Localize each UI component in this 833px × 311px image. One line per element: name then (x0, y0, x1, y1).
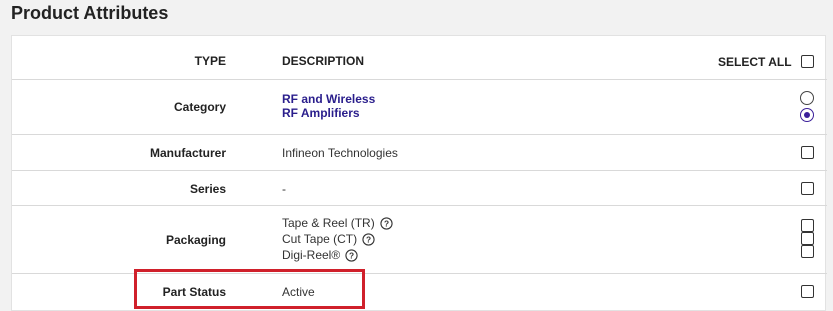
category-values: RF and Wireless RF Amplifiers (282, 92, 375, 120)
packaging-checkbox-tr[interactable] (801, 219, 814, 232)
radio-rf-wireless[interactable] (800, 91, 814, 105)
table-row-manufacturer: Manufacturer Infineon Technologies (12, 135, 827, 171)
column-header-type: TYPE (194, 54, 226, 68)
category-link-rf-wireless[interactable]: RF and Wireless (282, 92, 375, 106)
row-type-label: Packaging (165, 233, 226, 247)
column-header-description: DESCRIPTION (282, 54, 365, 68)
manufacturer-value: Infineon Technologies (282, 146, 398, 160)
category-link-rf-amplifiers[interactable]: RF Amplifiers (282, 106, 375, 120)
packaging-option-label: Digi-Reel® (282, 248, 341, 262)
select-all-label: SELECT ALL (718, 55, 792, 69)
row-type-label: Category (173, 100, 226, 114)
table-row-series: Series - (12, 171, 827, 206)
series-checkbox[interactable] (801, 182, 814, 195)
radio-rf-amplifiers[interactable] (800, 108, 814, 122)
packaging-option-label: Tape & Reel (TR) (282, 216, 375, 230)
highlight-box (134, 269, 365, 309)
table-header-row: TYPE DESCRIPTION SELECT ALL (12, 36, 827, 80)
row-type-label: Series (189, 182, 226, 196)
manufacturer-checkbox[interactable] (801, 146, 814, 159)
select-all-checkbox[interactable] (801, 55, 814, 68)
packaging-option: Digi-Reel® ? (282, 247, 393, 263)
packaging-values: Tape & Reel (TR) ? Cut Tape (CT) ? Digi-… (282, 215, 393, 263)
question-circle-icon[interactable]: ? (345, 248, 358, 262)
svg-text:?: ? (384, 218, 389, 228)
table-row-packaging: Packaging Tape & Reel (TR) ? Cut Tape (C… (12, 206, 827, 274)
packaging-checkbox-digi-reel[interactable] (801, 245, 814, 258)
question-circle-icon[interactable]: ? (362, 232, 375, 246)
packaging-checkbox-ct[interactable] (801, 232, 814, 245)
page-title: Product Attributes (11, 3, 169, 23)
svg-text:?: ? (349, 250, 354, 260)
svg-text:?: ? (366, 234, 371, 244)
row-type-label: Manufacturer (149, 146, 226, 160)
series-value: - (282, 182, 286, 196)
part-status-checkbox[interactable] (801, 285, 814, 298)
packaging-option: Cut Tape (CT) ? (282, 231, 393, 247)
packaging-option-label: Cut Tape (CT) (282, 232, 358, 246)
question-circle-icon[interactable]: ? (380, 216, 393, 230)
table-row-category: Category RF and Wireless RF Amplifiers (12, 80, 827, 135)
packaging-option: Tape & Reel (TR) ? (282, 215, 393, 231)
